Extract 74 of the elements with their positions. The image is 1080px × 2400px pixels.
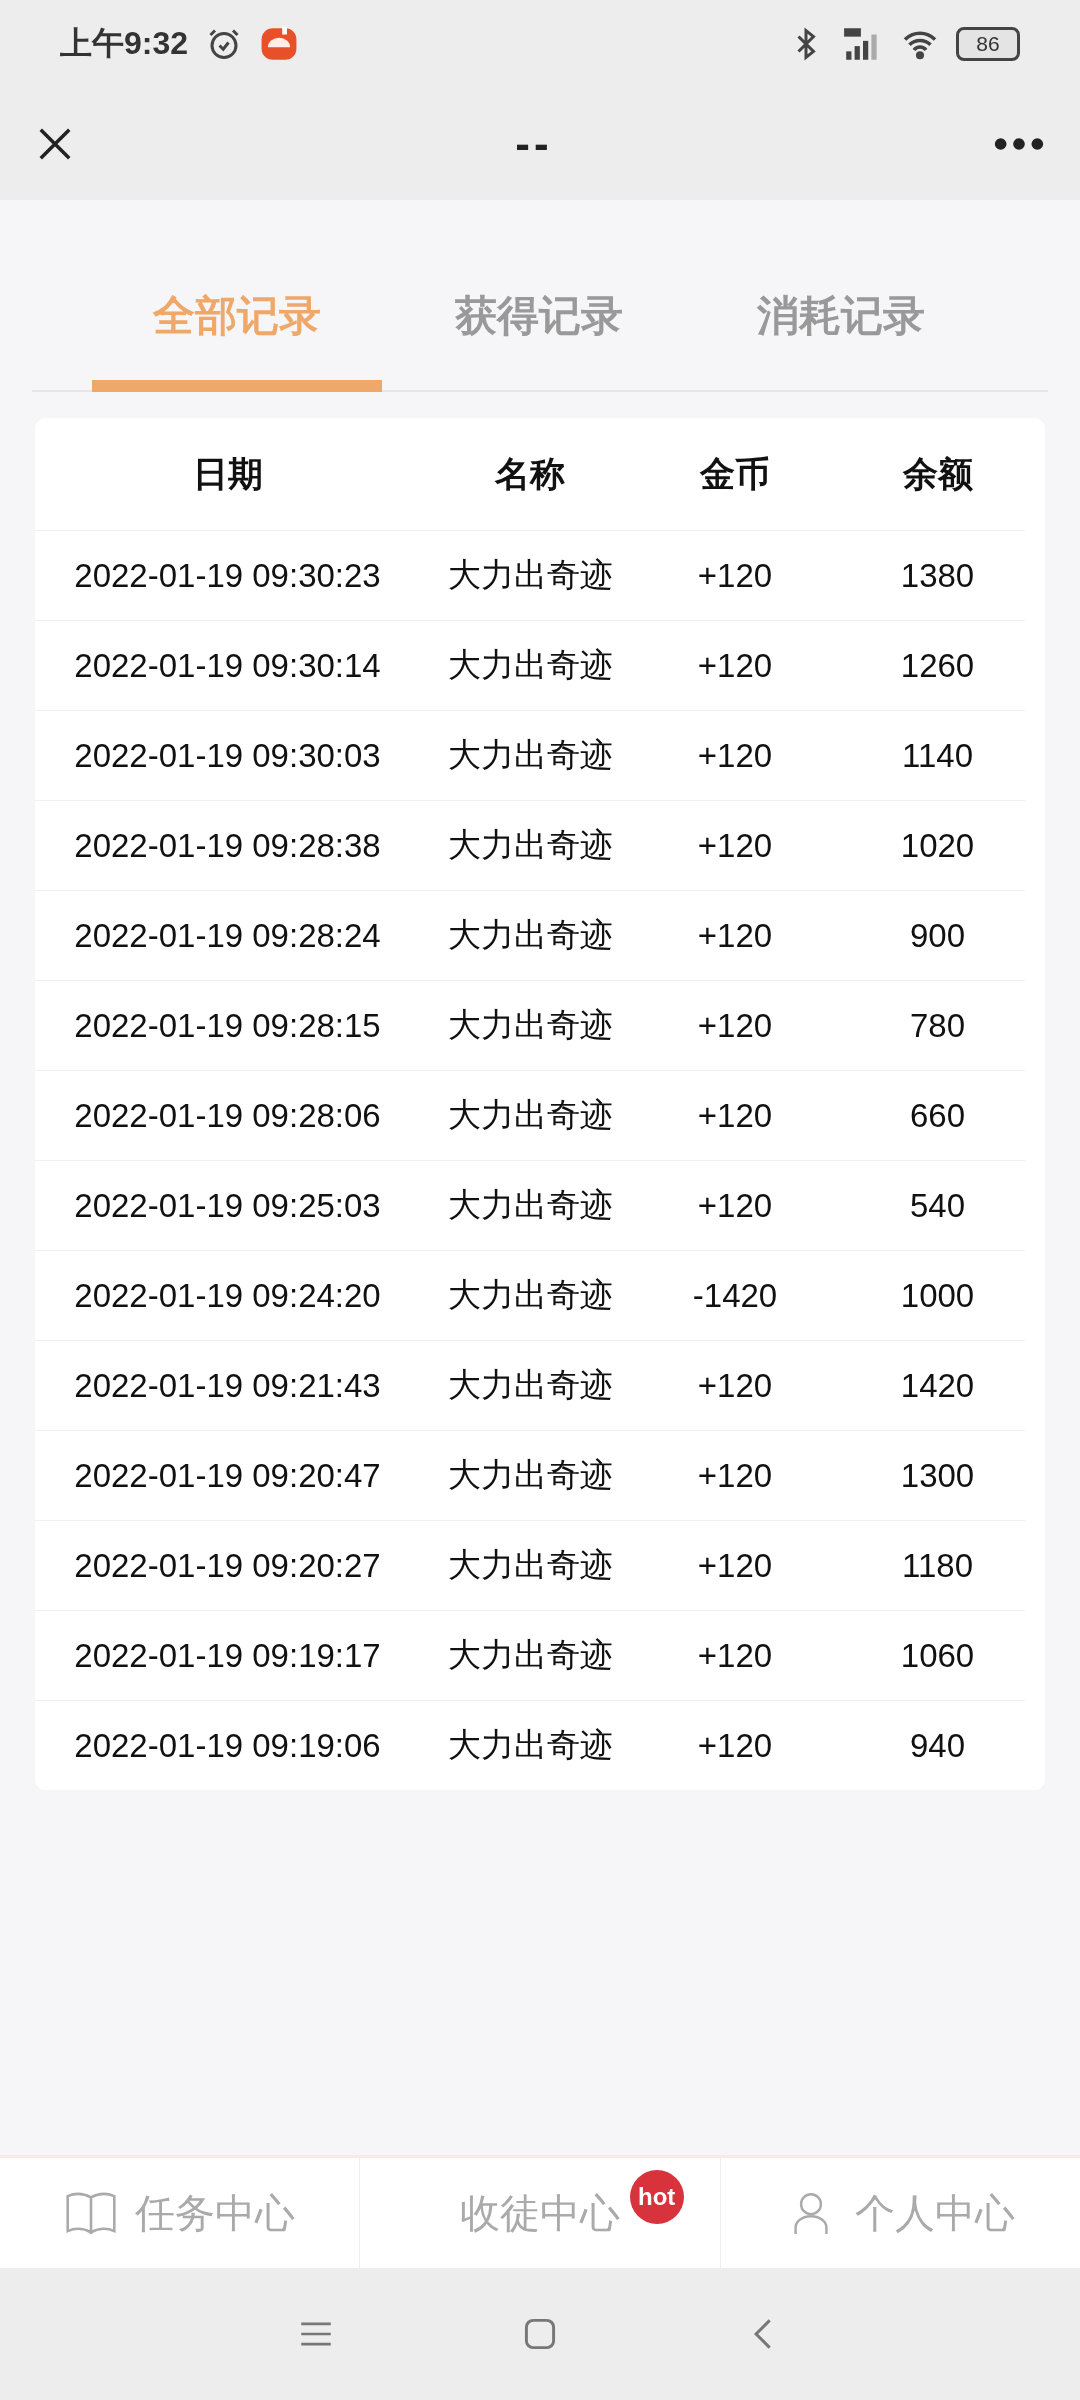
table-cell-text: 大力出奇迹 bbox=[446, 1095, 614, 1135]
table-cell-text: +120 bbox=[696, 1096, 774, 1135]
table-cell-text: 大力出奇迹 bbox=[446, 1725, 614, 1765]
table-cell-text: 大力出奇迹 bbox=[446, 1635, 614, 1675]
tab[interactable]: 消耗记录 bbox=[696, 278, 986, 392]
column-header: 日期 bbox=[191, 452, 264, 495]
table-cell-text: 2022-01-19 09:30:23 bbox=[73, 556, 382, 595]
column-header: 金币 bbox=[698, 452, 771, 495]
table-cell-text: 1060 bbox=[899, 1636, 976, 1675]
table-cell-text: +120 bbox=[696, 1366, 774, 1405]
table-cell-text: 2022-01-19 09:28:15 bbox=[73, 1006, 382, 1045]
table-cell-text: 1260 bbox=[899, 646, 976, 685]
table-cell-text: 2022-01-19 09:25:03 bbox=[73, 1186, 382, 1225]
table-cell-text: +120 bbox=[696, 556, 774, 595]
table-cell-text: 1020 bbox=[899, 826, 976, 865]
table-cell-text: 2022-01-19 09:20:47 bbox=[73, 1456, 382, 1495]
tab[interactable]: 全部记录 bbox=[92, 278, 382, 392]
table-cell-text: +120 bbox=[696, 1546, 774, 1585]
table-cell-text: +120 bbox=[696, 736, 774, 775]
table-cell-text: 1420 bbox=[899, 1366, 976, 1405]
clock-time: 上午9:32 bbox=[60, 24, 189, 63]
table-cell-text: 大力出奇迹 bbox=[446, 645, 614, 685]
tab[interactable]: 获得记录 bbox=[394, 278, 684, 392]
table-cell-text: 540 bbox=[908, 1186, 967, 1225]
table-cell-text: 2022-01-19 09:24:20 bbox=[73, 1276, 382, 1315]
table-cell-text: 2022-01-19 09:28:24 bbox=[73, 916, 382, 955]
more-icon bbox=[994, 137, 1044, 151]
page-title: -- bbox=[515, 119, 553, 169]
table-cell-text: 1180 bbox=[901, 1546, 974, 1585]
table-cell-text: 2022-01-19 09:19:17 bbox=[73, 1636, 382, 1675]
table-cell-text: 大力出奇迹 bbox=[446, 1455, 614, 1495]
table-cell-text: 660 bbox=[908, 1096, 967, 1135]
nav-item[interactable]: 任务中心 bbox=[64, 2185, 295, 2241]
table-cell-text: 大力出奇迹 bbox=[446, 735, 614, 775]
nav-item[interactable]: 个人中心 bbox=[785, 2185, 1016, 2241]
table-cell-text: 大力出奇迹 bbox=[446, 915, 614, 955]
hot-badge: hot bbox=[629, 2170, 684, 2224]
table-cell-text: 大力出奇迹 bbox=[446, 1545, 614, 1585]
table-cell-text: +120 bbox=[696, 1726, 774, 1765]
book-icon bbox=[64, 2191, 117, 2235]
table-cell-text: 2022-01-19 09:28:38 bbox=[73, 826, 382, 865]
table-cell-text: 大力出奇迹 bbox=[446, 555, 614, 595]
table-cell-text: 940 bbox=[908, 1726, 967, 1765]
column-header: 名称 bbox=[494, 452, 566, 495]
table-cell-text: 2022-01-19 09:19:06 bbox=[73, 1726, 382, 1765]
table-cell-text: 2022-01-19 09:28:06 bbox=[73, 1096, 382, 1135]
table-cell-text: 2022-01-19 09:30:03 bbox=[73, 736, 382, 775]
table-cell-text: +120 bbox=[696, 1456, 774, 1495]
table-cell-text: 1300 bbox=[899, 1456, 976, 1495]
table-cell-text: 2022-01-19 09:21:43 bbox=[73, 1366, 382, 1405]
table-cell-text: -1420 bbox=[691, 1276, 779, 1315]
table-cell-text: 1140 bbox=[901, 736, 974, 775]
home-icon bbox=[523, 2317, 557, 2351]
table-cell-text: +120 bbox=[696, 1636, 774, 1675]
table-cell-text: 大力出奇迹 bbox=[446, 825, 614, 865]
table-cell-text: 900 bbox=[908, 916, 967, 955]
table-cell-text: +120 bbox=[696, 646, 774, 685]
table-cell-text: 1000 bbox=[899, 1276, 976, 1315]
table-cell-text: 780 bbox=[908, 1006, 967, 1045]
app-icon bbox=[260, 25, 299, 63]
table-cell-text: 2022-01-19 09:30:14 bbox=[73, 646, 382, 685]
table-cell-text: 2022-01-19 09:20:27 bbox=[73, 1546, 382, 1585]
table-cell-text: +120 bbox=[696, 1186, 774, 1225]
table-cell-text: 大力出奇迹 bbox=[446, 1275, 614, 1315]
column-header: 余额 bbox=[901, 452, 974, 495]
table-cell-text: 1380 bbox=[899, 556, 976, 595]
table-cell-text: +120 bbox=[696, 916, 774, 955]
table-cell-text: 大力出奇迹 bbox=[446, 1185, 614, 1225]
battery-level: 86 bbox=[976, 32, 1000, 56]
table-cell-text: +120 bbox=[696, 826, 774, 865]
table-cell-text: +120 bbox=[696, 1006, 774, 1045]
table-cell-text: 大力出奇迹 bbox=[446, 1005, 614, 1045]
table-cell-text: 大力出奇迹 bbox=[446, 1365, 614, 1405]
nav-item[interactable]: 收徒中心 bbox=[460, 2185, 620, 2241]
